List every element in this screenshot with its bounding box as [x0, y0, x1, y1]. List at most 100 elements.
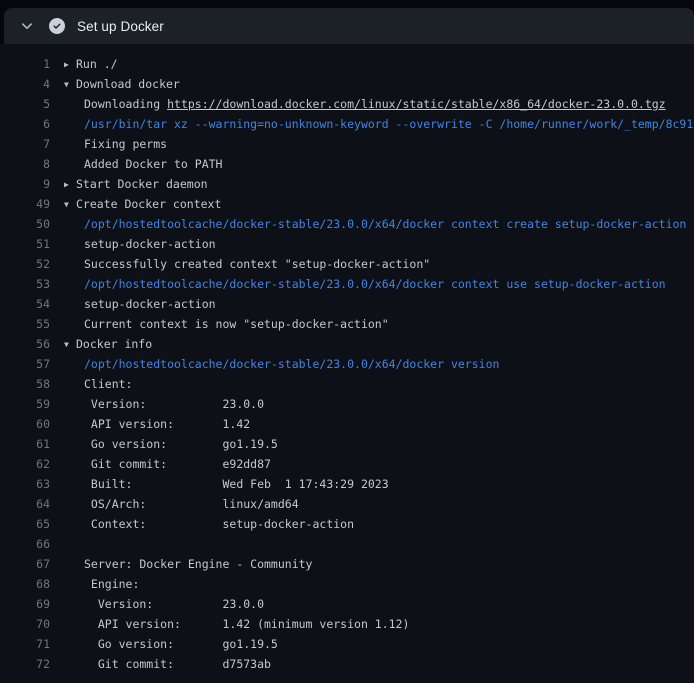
log-line: 57/opt/hostedtoolcache/docker-stable/23.… — [0, 354, 694, 374]
collapse-triangle-icon[interactable]: ▼ — [64, 195, 76, 214]
log-text: Client: — [84, 377, 132, 391]
line-number[interactable]: 53 — [0, 274, 50, 294]
collapse-triangle-icon[interactable]: ▼ — [64, 335, 76, 354]
line-number[interactable]: 64 — [0, 494, 50, 514]
log-line: 54setup-docker-action — [0, 294, 694, 314]
expand-triangle-icon[interactable]: ▶ — [64, 175, 76, 194]
log-line: 62 Git commit: e92dd87 — [0, 454, 694, 474]
chevron-down-icon[interactable] — [20, 19, 34, 33]
line-number[interactable]: 54 — [0, 294, 50, 314]
command-text: /opt/hostedtoolcache/docker-stable/23.0.… — [84, 217, 686, 231]
log-text: Server: Docker Engine - Community — [84, 557, 312, 571]
line-number[interactable]: 51 — [0, 234, 50, 254]
line-number[interactable]: 50 — [0, 214, 50, 234]
log-text: Successfully created context "setup-dock… — [84, 257, 430, 271]
line-number[interactable]: 62 — [0, 454, 50, 474]
log-line: 50/opt/hostedtoolcache/docker-stable/23.… — [0, 214, 694, 234]
success-check-icon — [49, 18, 65, 34]
log-text-line: Git commit: e92dd87 — [64, 454, 271, 474]
line-number[interactable]: 60 — [0, 414, 50, 434]
line-number[interactable]: 61 — [0, 434, 50, 454]
line-number[interactable]: 65 — [0, 514, 50, 534]
command-text: /opt/hostedtoolcache/docker-stable/23.0.… — [84, 357, 499, 371]
expand-triangle-icon[interactable]: ▶ — [64, 55, 76, 74]
log-text-line: Server: Docker Engine - Community — [64, 554, 312, 574]
group-title[interactable]: Start Docker daemon — [76, 177, 208, 191]
line-number[interactable]: 56 — [0, 334, 50, 354]
log-link[interactable]: https://download.docker.com/linux/static… — [167, 97, 666, 111]
line-number[interactable]: 68 — [0, 574, 50, 594]
log-text-line: Downloading https://download.docker.com/… — [64, 94, 666, 114]
log-line: 59 Version: 23.0.0 — [0, 394, 694, 414]
log-text-line: setup-docker-action — [64, 234, 216, 254]
log-line: 5 Downloading https://download.docker.com… — [0, 94, 694, 114]
log-line: 65 Context: setup-docker-action — [0, 514, 694, 534]
collapse-triangle-icon[interactable]: ▼ — [64, 75, 76, 94]
log-text-line: Go version: go1.19.5 — [64, 434, 278, 454]
line-number[interactable]: 71 — [0, 634, 50, 654]
log-text: Engine: — [84, 577, 139, 591]
log-text: setup-docker-action — [84, 237, 216, 251]
line-number[interactable]: 66 — [0, 534, 50, 554]
log-text: Git commit: d7573ab — [84, 657, 271, 671]
line-number[interactable]: 6 — [0, 114, 50, 134]
log-line: 55Current context is now "setup-docker-a… — [0, 314, 694, 334]
group-title[interactable]: Run ./ — [76, 57, 118, 71]
group-title[interactable]: Create Docker context — [76, 197, 221, 211]
log-line: 60 API version: 1.42 — [0, 414, 694, 434]
log-text-line: Context: setup-docker-action — [64, 514, 354, 534]
group-title[interactable]: Docker info — [76, 337, 152, 351]
log-line: 8 Added Docker to PATH — [0, 154, 694, 174]
log-line: 49 ▼Create Docker context — [0, 194, 694, 214]
log-line: 68 Engine: — [0, 574, 694, 594]
log-text-line: Go version: go1.19.5 — [64, 634, 278, 654]
log-line: 71 Go version: go1.19.5 — [0, 634, 694, 654]
log-text: Version: 23.0.0 — [84, 597, 264, 611]
log-text: Git commit: e92dd87 — [84, 457, 271, 471]
command-text: /opt/hostedtoolcache/docker-stable/23.0.… — [84, 277, 666, 291]
group-header: ▼Create Docker context — [64, 194, 221, 214]
group-header: ▼Download docker — [64, 74, 180, 94]
line-number[interactable]: 70 — [0, 614, 50, 634]
line-number[interactable]: 5 — [0, 94, 50, 114]
line-number[interactable]: 49 — [0, 194, 50, 214]
line-number[interactable]: 59 — [0, 394, 50, 414]
log-line: 51 setup-docker-action — [0, 234, 694, 254]
line-number[interactable]: 1 — [0, 54, 50, 74]
log-line: 58 Client: — [0, 374, 694, 394]
log-line: 67 Server: Docker Engine - Community — [0, 554, 694, 574]
log-text: Downloading — [84, 97, 167, 111]
log-area: 1▶Run ./4▼Download docker5Downloading ht… — [0, 44, 694, 683]
log-text-line: Git commit: d7573ab — [64, 654, 271, 674]
log-line: 7Fixing perms — [0, 134, 694, 154]
log-line: 70 API version: 1.42 (minimum version 1.… — [0, 614, 694, 634]
log-text-line: Client: — [64, 374, 132, 394]
command-line: /opt/hostedtoolcache/docker-stable/23.0.… — [64, 354, 499, 374]
log-line: 56 ▼Docker info — [0, 334, 694, 354]
line-number[interactable]: 52 — [0, 254, 50, 274]
workflow-log-viewer: Set up Docker 1▶Run ./4▼Download docker5… — [0, 8, 694, 683]
line-number[interactable]: 72 — [0, 654, 50, 674]
line-number[interactable]: 67 — [0, 554, 50, 574]
step-header[interactable]: Set up Docker — [4, 8, 694, 44]
line-number[interactable]: 58 — [0, 374, 50, 394]
log-text: OS/Arch: linux/amd64 — [84, 497, 299, 511]
group-header: ▶Start Docker daemon — [64, 174, 208, 194]
log-text: API version: 1.42 — [84, 417, 250, 431]
line-number[interactable]: 57 — [0, 354, 50, 374]
log-line: 9 ▶Start Docker daemon — [0, 174, 694, 194]
log-text: Go version: go1.19.5 — [84, 637, 278, 651]
log-line: 61 Go version: go1.19.5 — [0, 434, 694, 454]
line-number[interactable]: 63 — [0, 474, 50, 494]
command-line: /usr/bin/tar xz --warning=no-unknown-key… — [64, 114, 693, 134]
group-title[interactable]: Download docker — [76, 77, 180, 91]
log-line: 66 — [0, 534, 694, 554]
log-text: Added Docker to PATH — [84, 157, 222, 171]
group-header: ▼Docker info — [64, 334, 152, 354]
line-number[interactable]: 7 — [0, 134, 50, 154]
line-number[interactable]: 69 — [0, 594, 50, 614]
line-number[interactable]: 55 — [0, 314, 50, 334]
line-number[interactable]: 4 — [0, 74, 50, 94]
line-number[interactable]: 9 — [0, 174, 50, 194]
line-number[interactable]: 8 — [0, 154, 50, 174]
